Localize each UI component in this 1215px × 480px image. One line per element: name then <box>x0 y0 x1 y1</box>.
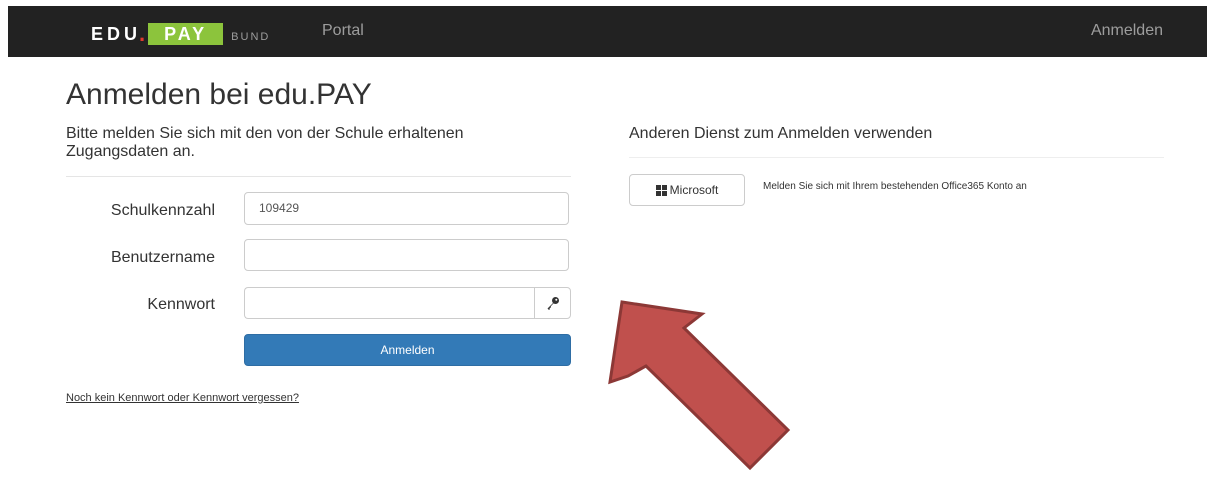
nav-login-link[interactable]: Anmelden <box>1091 22 1163 40</box>
forgot-password-link[interactable]: Noch kein Kennwort oder Kennwort vergess… <box>66 392 299 404</box>
username-label: Benutzername <box>110 249 215 266</box>
windows-icon <box>655 184 667 196</box>
page-title: Anmelden bei edu.PAY <box>66 78 372 111</box>
password-group <box>244 287 571 319</box>
brand-logo[interactable]: EDU . PAY BUND <box>91 21 271 46</box>
brand-bund: BUND <box>231 31 271 43</box>
key-icon <box>547 297 559 310</box>
show-password-button[interactable] <box>534 287 571 319</box>
navbar: EDU . PAY BUND Portal Anmelden <box>8 6 1207 57</box>
password-label: Kennwort <box>147 296 215 313</box>
nav-portal-link[interactable]: Portal <box>322 22 364 40</box>
divider <box>66 176 571 177</box>
login-intro-text: Bitte melden Sie sich mit den von der Sc… <box>66 125 464 160</box>
username-input[interactable] <box>244 239 569 271</box>
microsoft-label: Microsoft <box>669 183 719 197</box>
alt-login-heading: Anderen Dienst zum Anmelden verwenden <box>629 125 933 142</box>
divider <box>629 157 1164 158</box>
school-number-value: 109429 <box>259 201 300 215</box>
arrow-icon <box>608 300 791 471</box>
brand-pay: PAY <box>148 23 224 45</box>
microsoft-login-button[interactable]: Microsoft <box>629 174 745 206</box>
microsoft-description: Melden Sie sich mit Ihrem bestehenden Of… <box>763 181 1027 192</box>
login-submit-button[interactable]: Anmelden <box>244 334 571 366</box>
brand-dot: . <box>139 21 146 46</box>
school-number-label: Schulkennzahl <box>110 202 215 219</box>
school-number-input[interactable]: 109429 <box>244 192 569 225</box>
brand-edu: EDU <box>91 24 142 44</box>
password-input[interactable] <box>244 287 534 319</box>
